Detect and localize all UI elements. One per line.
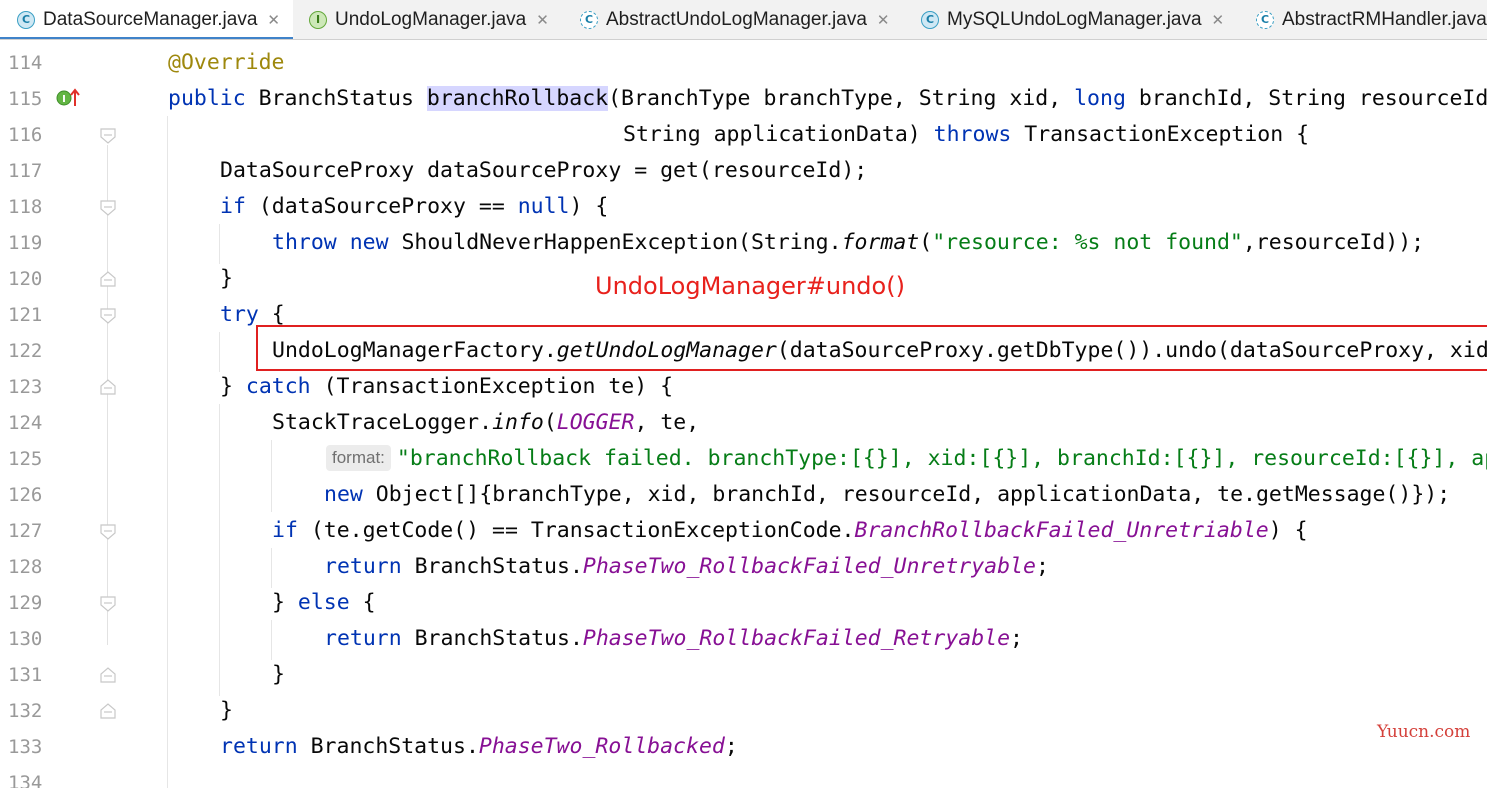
line-number: 130: [8, 628, 43, 650]
editor-tab-bar: C DataSourceManager.java ✕ I UndoLogMana…: [0, 0, 1487, 40]
implements-marker-icon[interactable]: I: [56, 88, 80, 108]
code-editor[interactable]: @Override public BranchStatus branchRoll…: [150, 41, 1487, 788]
line-number: 118: [8, 196, 43, 218]
line-number: 121: [8, 304, 43, 326]
close-icon[interactable]: ✕: [1212, 11, 1225, 29]
line-number: 115: [8, 88, 43, 110]
line-number: 123: [8, 376, 43, 398]
fold-open-icon[interactable]: [100, 524, 116, 540]
fold-close-icon[interactable]: [100, 667, 116, 683]
line-number: 120: [8, 268, 43, 290]
method-name-highlight[interactable]: branchRollback: [426, 86, 609, 111]
fold-open-icon[interactable]: [100, 128, 116, 144]
line-number: 127: [8, 520, 43, 542]
close-icon[interactable]: ✕: [267, 11, 280, 29]
line-number: 129: [8, 592, 43, 614]
tab-datasourcemanager[interactable]: C DataSourceManager.java ✕: [0, 0, 293, 39]
code-line-128: return BranchStatus.PhaseTwo_RollbackFai…: [324, 554, 1049, 579]
code-line-130: return BranchStatus.PhaseTwo_RollbackFai…: [324, 626, 1023, 651]
fold-open-icon[interactable]: [100, 308, 116, 324]
code-line-126: new Object[]{branchType, xid, branchId, …: [324, 482, 1451, 507]
watermark: Yuucn.com: [1377, 722, 1471, 742]
line-number: 122: [8, 340, 43, 362]
code-line-116: String applicationData) throws Transacti…: [623, 122, 1310, 147]
line-number: 119: [8, 232, 43, 254]
code-line-125: format: "branchRollback failed. branchTyp…: [326, 441, 1487, 477]
editor-gutter: 114 115 116 117 118 119 120 121 122 123 …: [0, 41, 150, 788]
line-number: 133: [8, 736, 43, 758]
line-number: 124: [8, 412, 43, 434]
tab-abstractrmhandler[interactable]: C AbstractRMHandler.java: [1247, 0, 1487, 39]
line-number: 132: [8, 700, 43, 722]
code-line-115: public BranchStatus branchRollback(Branc…: [168, 86, 1487, 111]
ide-window: C DataSourceManager.java ✕ I UndoLogMana…: [0, 0, 1487, 788]
tab-label: UndoLogManager.java: [335, 8, 527, 30]
tab-label: AbstractUndoLogManager.java: [606, 8, 867, 30]
line-number: 134: [8, 772, 43, 788]
code-line-129: } else {: [272, 590, 376, 615]
tab-label: MySQLUndoLogManager.java: [947, 8, 1202, 30]
close-icon[interactable]: ✕: [536, 11, 549, 29]
line-number: 126: [8, 484, 43, 506]
class-icon: C: [921, 10, 939, 29]
fold-guide: [107, 145, 108, 645]
line-number: 128: [8, 556, 43, 578]
close-icon[interactable]: ✕: [877, 11, 890, 29]
tab-mysqlundologmanager[interactable]: C MySQLUndoLogManager.java ✕: [909, 0, 1247, 39]
callout-label: UndoLogManager#undo(): [595, 272, 905, 300]
tab-abstractundologmanager[interactable]: C AbstractUndoLogManager.java ✕: [568, 0, 909, 39]
code-line-133: return BranchStatus.PhaseTwo_Rollbacked;: [220, 734, 738, 759]
code-line-120: }: [220, 266, 233, 291]
code-line-118: if (dataSourceProxy == null) {: [220, 194, 609, 219]
parameter-hint: format:: [326, 445, 391, 471]
tab-undologmanager[interactable]: I UndoLogManager.java ✕: [293, 0, 568, 39]
code-line-124: StackTraceLogger.info(LOGGER, te,: [272, 410, 700, 435]
fold-close-icon[interactable]: [100, 271, 116, 287]
class-icon: C: [17, 10, 35, 29]
fold-open-icon[interactable]: [100, 200, 116, 216]
abstract-class-icon: C: [580, 10, 598, 29]
abstract-class-icon: C: [1256, 10, 1274, 29]
tab-label: DataSourceManager.java: [43, 8, 258, 30]
line-number: 125: [8, 448, 43, 470]
code-line-132: }: [220, 698, 233, 723]
line-number: 116: [8, 124, 43, 146]
line-number: 117: [8, 160, 43, 182]
interface-icon: I: [309, 10, 327, 29]
fold-close-icon[interactable]: [100, 703, 116, 719]
fold-open-icon[interactable]: [100, 596, 116, 612]
fold-close-icon[interactable]: [100, 379, 116, 395]
code-line-119: throw new ShouldNeverHappenException(Str…: [272, 230, 1425, 255]
code-line-131: }: [272, 662, 285, 687]
code-line-117: DataSourceProxy dataSourceProxy = get(re…: [220, 158, 868, 183]
tab-label: AbstractRMHandler.java: [1282, 8, 1487, 30]
line-number: 114: [8, 52, 43, 74]
line-number: 131: [8, 664, 43, 686]
code-line-127: if (te.getCode() == TransactionException…: [272, 518, 1308, 543]
callout-highlight-box: [256, 325, 1487, 371]
code-line-114: @Override: [168, 50, 285, 75]
svg-text:I: I: [62, 94, 66, 105]
code-line-123: } catch (TransactionException te) {: [220, 374, 674, 399]
